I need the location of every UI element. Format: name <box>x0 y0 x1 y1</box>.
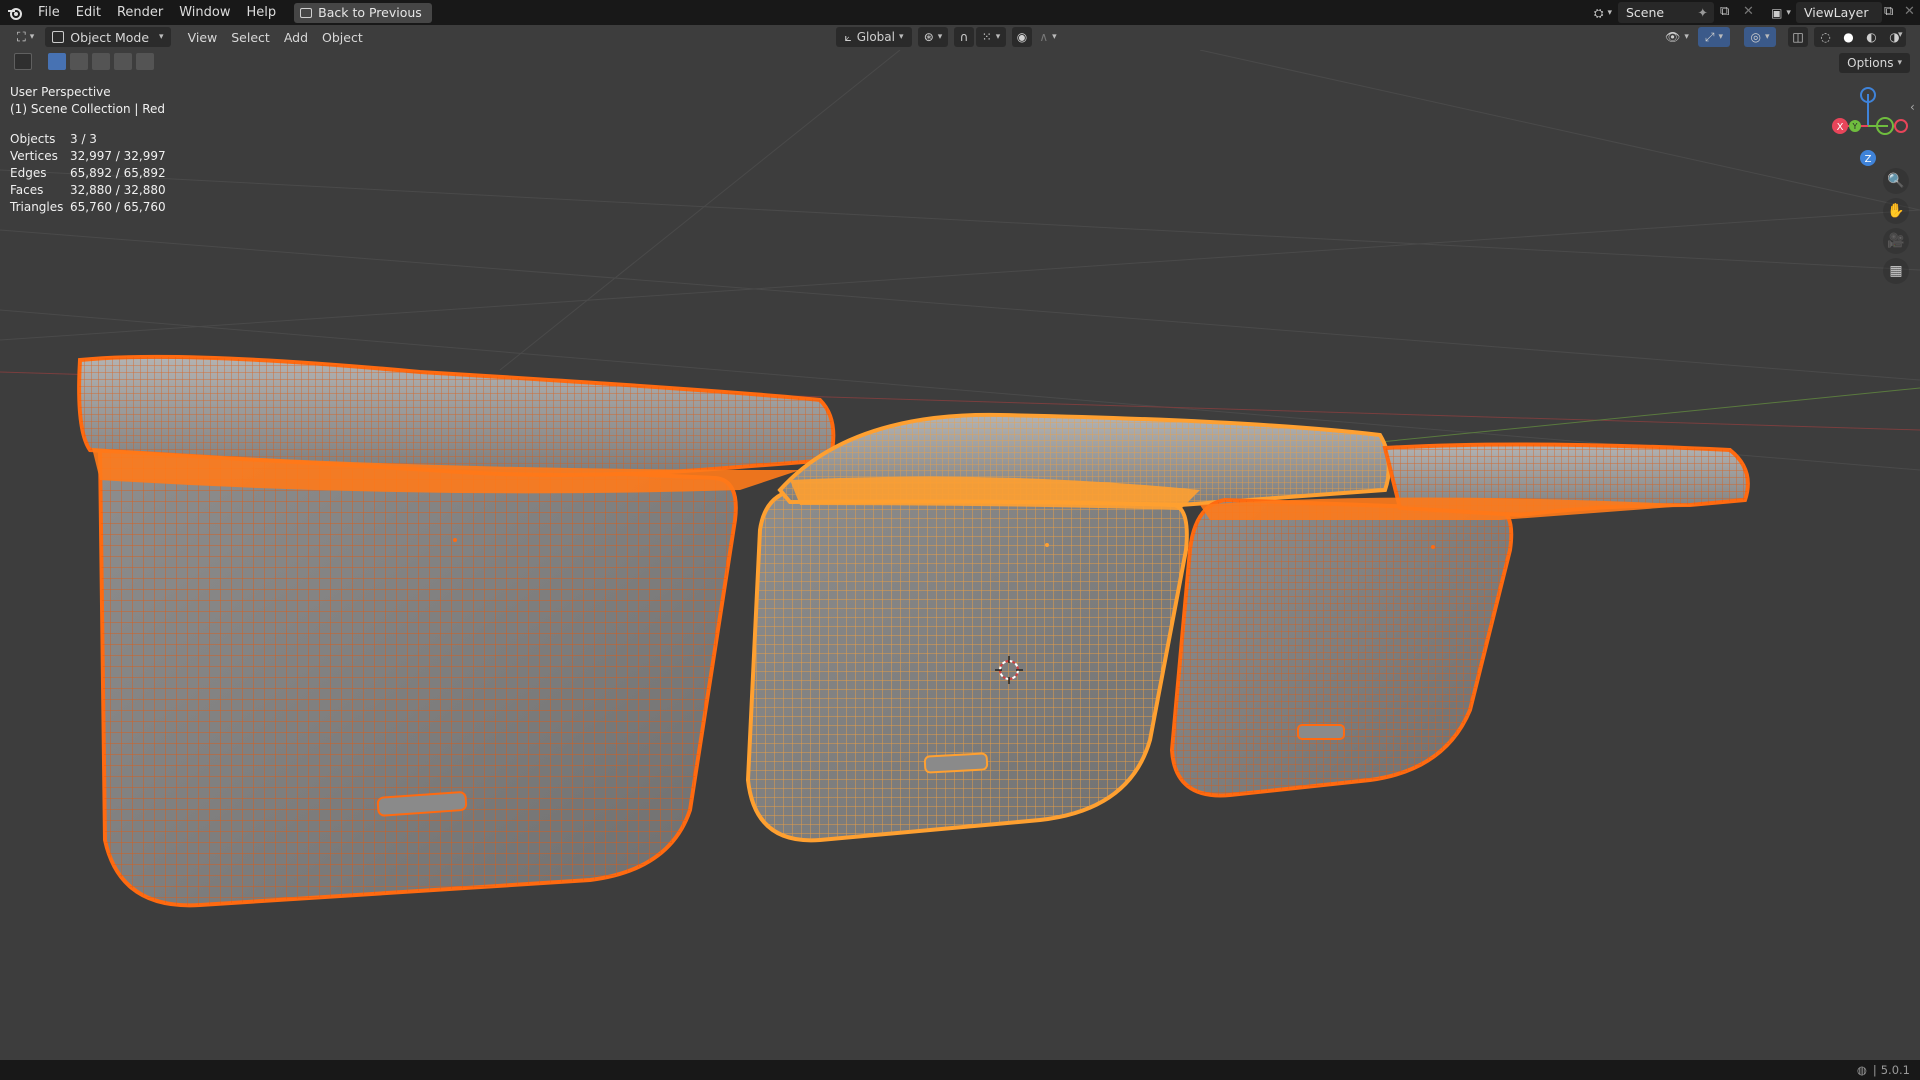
pin-icon[interactable]: ✦ <box>1698 5 1708 20</box>
viewport-header: ⛶ ▾ Object Mode ▾ View Select Add Object … <box>0 25 1920 49</box>
camera-view-icon[interactable]: 🎥 <box>1883 228 1909 254</box>
orientation-icon: ⟀ <box>844 29 852 44</box>
gizmo-toggle[interactable]: ⤢ ▾ <box>1698 27 1730 47</box>
object-mode-icon <box>52 31 65 43</box>
y-axis-line <box>1299 387 1920 451</box>
snap-icon: ∩ <box>959 30 969 44</box>
shading-modes[interactable]: ◌ ● ◐ ◑ <box>1814 27 1906 47</box>
solid-shading-icon[interactable]: ● <box>1843 30 1853 44</box>
view-layer-name: ViewLayer <box>1804 5 1869 20</box>
visibility-dropdown[interactable]: 👁 ▾ <box>1662 27 1692 47</box>
gizmo-x-label: X <box>1837 122 1844 133</box>
view-layer-selector[interactable]: ViewLayer <box>1796 2 1882 23</box>
menu-window[interactable]: Window <box>171 0 238 25</box>
menu-help[interactable]: Help <box>239 0 285 25</box>
menu-select[interactable]: Select <box>224 27 277 47</box>
pivot-icon: ⊛ <box>923 30 934 44</box>
orthographic-grid-icon[interactable]: ▦ <box>1883 258 1909 284</box>
stat-row-faces: Faces 32,880 / 32,880 <box>10 183 166 197</box>
editor-type-icon: ⛶ <box>17 29 26 44</box>
scene-selector[interactable]: Scene ✦ <box>1618 2 1714 23</box>
snap-toggle[interactable]: ∩ <box>954 27 974 47</box>
proportional-edit-icon: ◉ <box>1016 30 1028 44</box>
zoom-icon[interactable]: 🔍 <box>1883 168 1909 194</box>
scene-statistics: Objects 3 / 3 Vertices 32,997 / 32,997 Edg… <box>10 131 166 216</box>
viewport-canvas[interactable] <box>0 50 1920 1060</box>
blender-logo-icon[interactable] <box>0 0 30 25</box>
object-left-seat[interactable] <box>77 354 836 908</box>
gizmo-x-negative[interactable] <box>1894 119 1908 133</box>
eye-icon: 👁 <box>1665 30 1681 44</box>
pan-hand-icon[interactable]: ✋ <box>1883 198 1909 224</box>
top-menubar: File Edit Render Window Help Back to Pre… <box>0 0 1920 25</box>
gizmo-z-label: Z <box>1865 154 1872 165</box>
stat-row-edges: Edges 65,892 / 65,892 <box>10 166 166 180</box>
stat-row-objects: Objects 3 / 3 <box>10 132 97 146</box>
network-globe-icon: ◍ <box>1856 1063 1867 1077</box>
overlays-toggle[interactable]: ◎ ▾ <box>1744 27 1776 47</box>
view-layer-type-icon[interactable]: ▣ ▾ <box>1766 3 1796 23</box>
menu-file[interactable]: File <box>30 0 68 25</box>
menu-view[interactable]: View <box>181 27 225 47</box>
falloff-dropdown[interactable]: ∧ ▾ <box>1034 27 1062 47</box>
editor-type-button[interactable]: ⛶ ▾ <box>10 27 41 47</box>
xray-icon: ◫ <box>1792 30 1804 44</box>
snap-target-dropdown[interactable]: ⁙ ▾ <box>976 27 1006 47</box>
navigation-gizmo[interactable]: X Y Z <box>1825 82 1915 172</box>
view-name-label: User Perspective <box>10 85 111 99</box>
back-to-previous-label: Back to Previous <box>318 5 422 20</box>
scene-name: Scene <box>1626 5 1665 20</box>
menu-edit[interactable]: Edit <box>68 0 109 25</box>
gizmo-y-label: Y <box>1852 122 1858 131</box>
overlays-icon: ◎ <box>1750 30 1761 44</box>
new-view-layer-icon[interactable]: ⧉ <box>1884 4 1893 19</box>
scene-type-icon[interactable]: ⛭ ▾ <box>1588 3 1618 23</box>
sidebar-toggle-chevron-icon[interactable]: ‹ <box>1910 100 1915 114</box>
new-scene-icon[interactable]: ⧉ <box>1720 4 1736 20</box>
collection-label: (1) Scene Collection | Red <box>10 102 166 116</box>
menu-add[interactable]: Add <box>277 27 315 47</box>
orientation-label: Global <box>856 30 895 44</box>
version-label: 5.0.1 <box>1880 1063 1910 1077</box>
xray-toggle[interactable]: ◫ <box>1788 27 1808 47</box>
stat-row-vertices: Vertices 32,997 / 32,997 <box>10 149 166 163</box>
status-bar: ◍ | 5.0.1 <box>0 1060 1920 1080</box>
menu-object[interactable]: Object <box>315 27 370 47</box>
remove-view-layer-icon[interactable]: ✕ <box>1904 4 1915 19</box>
back-icon <box>300 7 313 18</box>
wireframe-shading-icon[interactable]: ◌ <box>1820 30 1830 44</box>
material-shading-icon[interactable]: ◐ <box>1866 30 1876 44</box>
mode-selector[interactable]: Object Mode ▾ <box>45 27 171 47</box>
shading-options-chevron-icon[interactable]: ▾ <box>1898 30 1903 40</box>
pivot-point-dropdown[interactable]: ⊛ ▾ <box>918 27 948 47</box>
stat-row-triangles: Triangles 65,760 / 65,760 <box>10 200 166 214</box>
mode-label: Object Mode <box>70 29 150 45</box>
back-to-previous-button[interactable]: Back to Previous <box>294 2 432 23</box>
falloff-icon: ∧ <box>1039 30 1049 44</box>
proportional-edit-toggle[interactable]: ◉ <box>1012 27 1032 47</box>
gizmo-icon: ⤢ <box>1704 29 1715 44</box>
menu-render[interactable]: Render <box>109 0 171 25</box>
remove-scene-icon[interactable]: ✕ <box>1743 4 1754 19</box>
snap-grid-icon: ⁙ <box>981 30 992 44</box>
transform-orientation-dropdown[interactable]: ⟀ Global ▾ <box>836 27 912 47</box>
